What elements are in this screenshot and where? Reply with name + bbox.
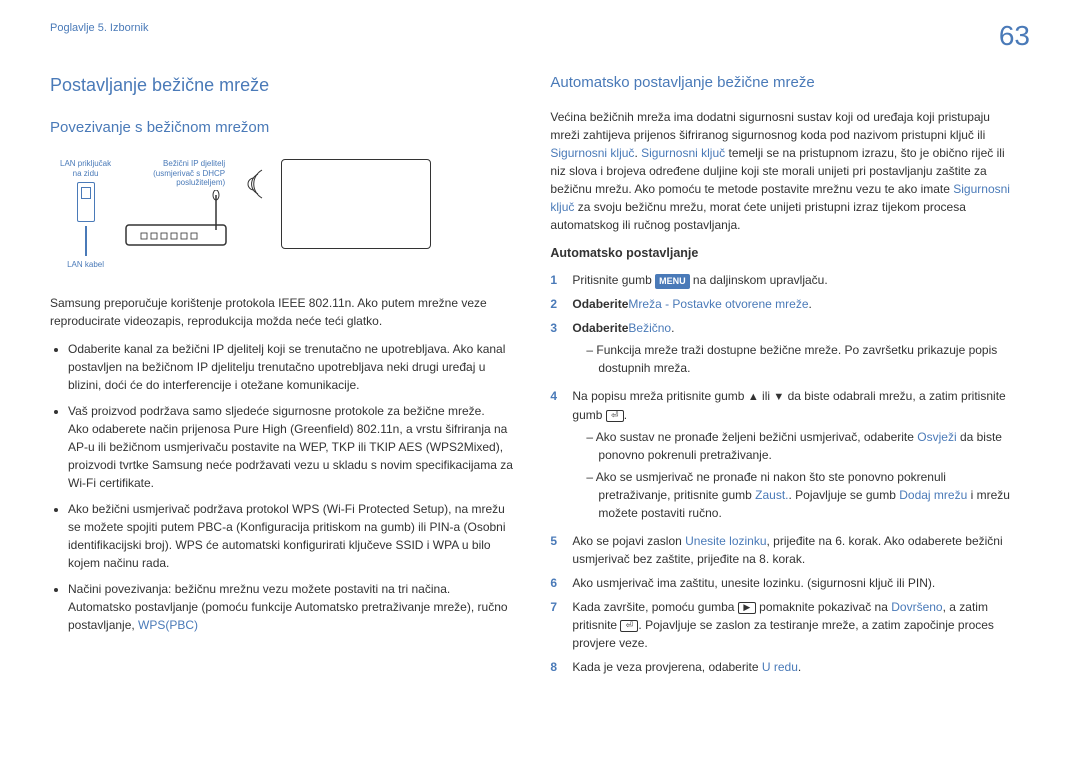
right-button-icon: ▶	[738, 602, 756, 614]
step-item: 5 Ako se pojavi zaslon Unesite lozinku, …	[550, 532, 1020, 568]
connection-diagram: LAN priključak na zidu LAN kabel Bežični…	[50, 153, 520, 276]
step-body: Pritisnite gumb MENU na daljinskom uprav…	[572, 271, 1020, 290]
list-item: Načini povezivanja: bežičnu mrežnu vezu …	[68, 580, 520, 634]
arrow-up-icon: ▲	[748, 389, 759, 406]
bullet-list: Odaberite kanal za bežični IP djelitelj …	[50, 340, 520, 634]
step-body: Kada je veza provjerena, odaberite U red…	[572, 658, 1020, 676]
lan-port-icon	[77, 182, 95, 222]
lan-wall-label: LAN priključak na zidu	[60, 159, 111, 178]
step-body: OdaberiteBežično. Funkcija mreže traži d…	[572, 319, 1020, 381]
arrow-down-icon: ▼	[773, 389, 784, 406]
step-body: Ako se pojavi zaslon Unesite lozinku, pr…	[572, 532, 1020, 568]
subheading-auto-setup: Automatsko postavljanje	[550, 244, 1020, 263]
step-number: 6	[550, 574, 562, 592]
dash-item: Ako sustav ne pronađe željeni bežični us…	[586, 428, 1020, 464]
auto-setup-paragraph: Većina bežičnih mreža ima dodatni sigurn…	[550, 108, 1020, 234]
dash-item: Funkcija mreže traži dostupne bežične mr…	[586, 341, 1020, 377]
enter-button-icon: ⏎	[606, 410, 624, 422]
breadcrumb: Poglavlje 5. Izbornik	[50, 20, 1030, 37]
right-column: Automatsko postavljanje bežične mreže Ve…	[550, 72, 1020, 682]
step-number: 5	[550, 532, 562, 568]
step-number: 8	[550, 658, 562, 676]
list-item: Ako bežični usmjerivač podržava protokol…	[68, 500, 520, 572]
step-number: 1	[550, 271, 562, 290]
heading-setup-wireless: Postavljanje bežične mreže	[50, 72, 520, 99]
step-item: 7 Kada završite, pomoću gumba ▶ pomaknit…	[550, 598, 1020, 652]
steps-list: 1 Pritisnite gumb MENU na daljinskom upr…	[550, 271, 1020, 676]
step-item: 8 Kada je veza provjerena, odaberite U r…	[550, 658, 1020, 676]
step-item: 2 OdaberiteMreža - Postavke otvorene mre…	[550, 295, 1020, 313]
list-item: Vaš proizvod podržava samo sljedeće sigu…	[68, 402, 520, 492]
document-page: 63 Poglavlje 5. Izbornik Postavljanje be…	[0, 0, 1080, 763]
step-item: 4 Na popisu mreža pritisnite gumb ▲ ili …	[550, 387, 1020, 526]
page-number: 63	[999, 15, 1030, 57]
menu-button-icon: MENU	[655, 274, 690, 290]
step-number: 2	[550, 295, 562, 313]
columns: Postavljanje bežične mreže Povezivanje s…	[50, 72, 1030, 682]
step-item: 1 Pritisnite gumb MENU na daljinskom upr…	[550, 271, 1020, 290]
sub-dash-list: Funkcija mreže traži dostupne bežične mr…	[572, 341, 1020, 377]
step-number: 4	[550, 387, 562, 526]
step-item: 3 OdaberiteBežično. Funkcija mreže traži…	[550, 319, 1020, 381]
enter-button-icon: ⏎	[620, 620, 638, 632]
lan-cable-label: LAN kabel	[67, 260, 104, 270]
intro-paragraph: Samsung preporučuje korištenje protokola…	[50, 294, 520, 330]
step-body: Ako usmjerivač ima zaštitu, unesite lozi…	[572, 574, 1020, 592]
display-device-icon	[281, 159, 431, 249]
step-body: Na popisu mreža pritisnite gumb ▲ ili ▼ …	[572, 387, 1020, 526]
wireless-signal-icon	[241, 159, 271, 209]
step-body: Kada završite, pomoću gumba ▶ pomaknite …	[572, 598, 1020, 652]
step-item: 6 Ako usmjerivač ima zaštitu, unesite lo…	[550, 574, 1020, 592]
lan-cable-line-icon	[85, 226, 87, 256]
dash-item: Ako se usmjerivač ne pronađe ni nakon št…	[586, 468, 1020, 522]
heading-connect-wireless: Povezivanje s bežičnom mrežom	[50, 117, 520, 140]
router-icon	[121, 190, 231, 250]
lan-wall-block: LAN priključak na zidu LAN kabel	[60, 159, 111, 270]
step-body: OdaberiteMreža - Postavke otvorene mreže…	[572, 295, 1020, 313]
sub-dash-list: Ako sustav ne pronađe željeni bežični us…	[572, 428, 1020, 522]
list-item: Odaberite kanal za bežični IP djelitelj …	[68, 340, 520, 394]
router-block: Bežični IP djelitelj (usmjerivač s DHCP …	[121, 159, 231, 250]
router-label: Bežični IP djelitelj (usmjerivač s DHCP …	[153, 159, 225, 188]
heading-auto-setup: Automatsko postavljanje bežične mreže	[550, 72, 1020, 95]
step-number: 3	[550, 319, 562, 381]
left-column: Postavljanje bežične mreže Povezivanje s…	[50, 72, 520, 682]
step-number: 7	[550, 598, 562, 652]
